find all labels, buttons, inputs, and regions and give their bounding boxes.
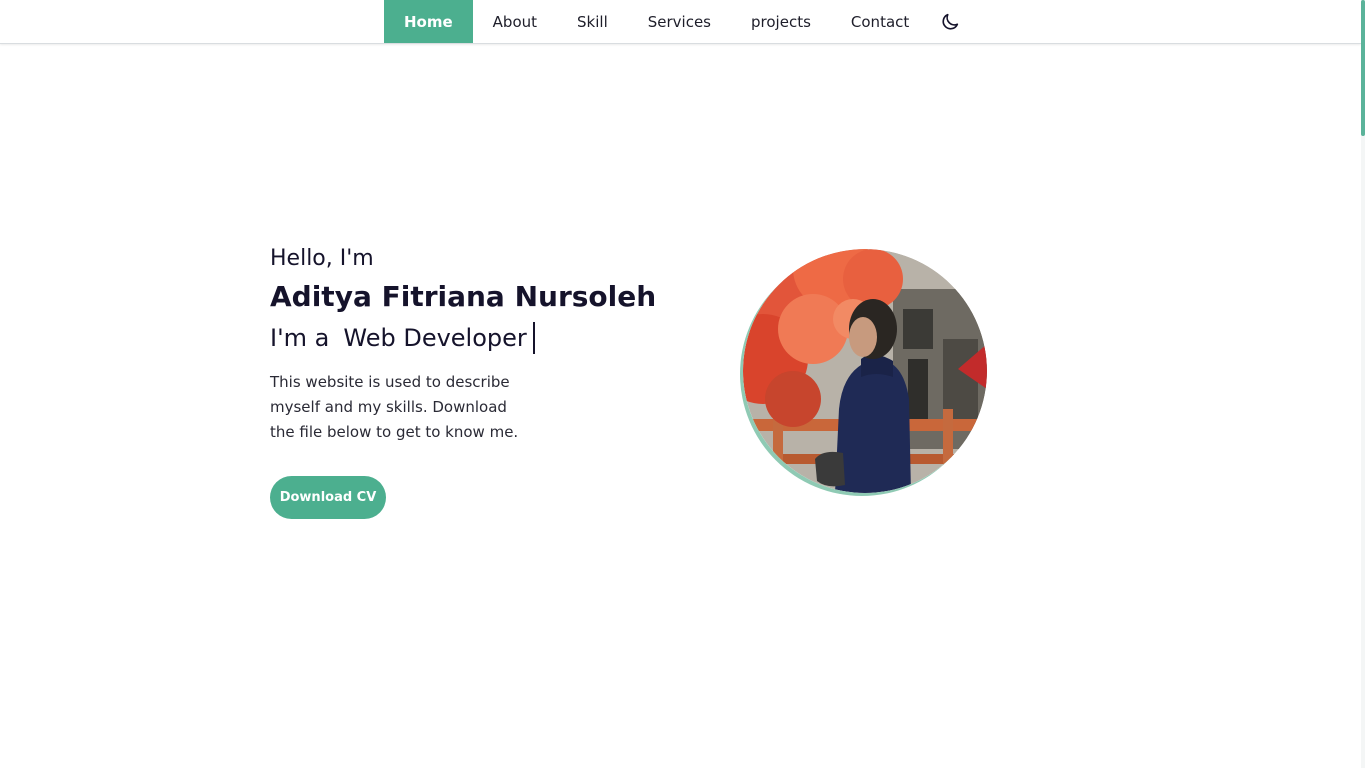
role-prefix: I'm a bbox=[270, 324, 330, 352]
profile-photo-image bbox=[743, 249, 987, 493]
hero-role: I'm a Web Developer bbox=[270, 320, 690, 356]
top-navbar: Home About Skill Services projects Conta… bbox=[0, 0, 1361, 44]
nav-item-skill[interactable]: Skill bbox=[557, 0, 628, 43]
nav-item-about[interactable]: About bbox=[473, 0, 557, 43]
moon-icon bbox=[942, 13, 959, 30]
hero-description: This website is used to describe myself … bbox=[270, 373, 519, 441]
nav-item-services[interactable]: Services bbox=[628, 0, 731, 43]
typing-cursor bbox=[532, 322, 535, 354]
nav-menu: Home About Skill Services projects Conta… bbox=[384, 0, 965, 43]
hero-name: Aditya Fitriana Nursoleh bbox=[270, 280, 657, 313]
hero-intro: Hello, I'm Aditya Fitriana Nursoleh I'm … bbox=[270, 244, 690, 519]
page-scrollbar[interactable] bbox=[1361, 0, 1365, 768]
role-typed-text: Web Developer bbox=[343, 324, 527, 352]
nav-item-projects[interactable]: projects bbox=[731, 0, 831, 43]
nav-item-contact[interactable]: Contact bbox=[831, 0, 929, 43]
nav-item-home[interactable]: Home bbox=[384, 0, 473, 43]
hero-greeting: Hello, I'm bbox=[270, 246, 374, 271]
scrollbar-thumb[interactable] bbox=[1361, 0, 1365, 136]
theme-toggle-button[interactable] bbox=[935, 0, 965, 43]
download-cv-button[interactable]: Download CV bbox=[270, 476, 386, 519]
profile-photo bbox=[743, 249, 987, 493]
